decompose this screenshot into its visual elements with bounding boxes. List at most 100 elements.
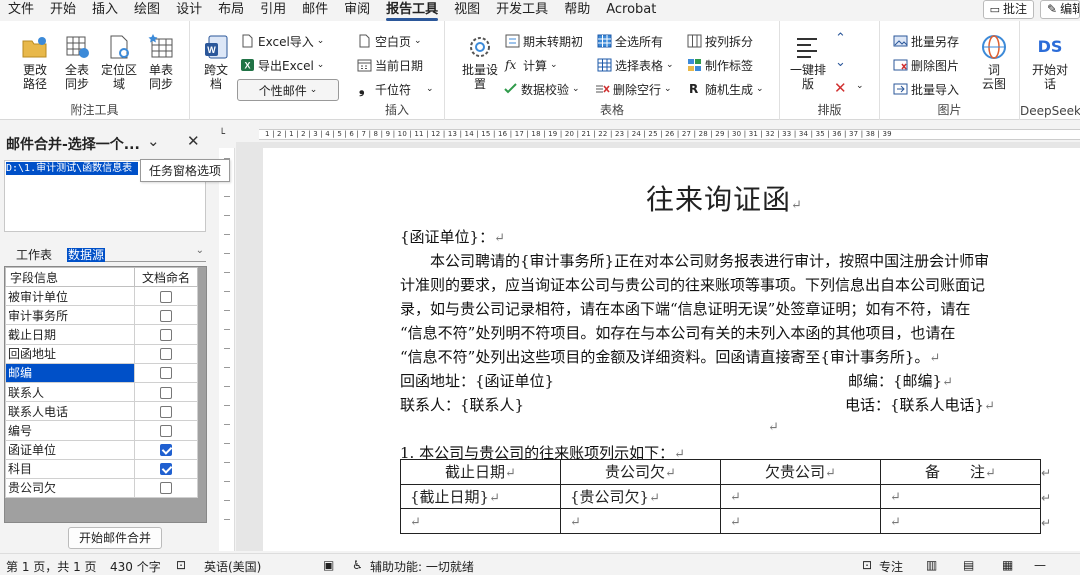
docname-checkbox[interactable] <box>160 405 172 418</box>
thousands-button[interactable]: ❟ 千位符 ⌄ <box>359 79 434 99</box>
tab-review[interactable]: 审阅 <box>336 0 378 20</box>
table-header-cell[interactable]: 欠贵公司↵ <box>720 459 881 485</box>
field-row[interactable]: 回函地址 <box>5 343 198 364</box>
comments-button[interactable]: ▭ 批注 <box>982 0 1034 19</box>
tab-developer[interactable]: 开发工具 <box>488 0 556 20</box>
field-name[interactable]: 科目 <box>5 458 135 479</box>
field-name[interactable]: 截止日期 <box>5 324 135 345</box>
read-mode-icon[interactable]: ▥ <box>926 558 937 572</box>
field-row[interactable]: 邮编 <box>5 362 198 383</box>
split-by-col-button[interactable]: 按列拆分 <box>687 31 753 51</box>
start-merge-button[interactable]: 开始邮件合并 <box>68 527 162 549</box>
field-name[interactable]: 函证单位 <box>5 439 135 460</box>
tab-view[interactable]: 视图 <box>446 0 488 20</box>
field-name[interactable]: 回函地址 <box>5 343 135 364</box>
field-row[interactable]: 科目 <box>5 458 198 479</box>
period-transfer-button[interactable]: 期末转期初 <box>505 31 583 51</box>
table-header-cell[interactable]: 贵公司欠↵ <box>560 459 721 485</box>
docname-checkbox[interactable] <box>160 309 172 322</box>
calculate-button[interactable]: fx 计算 ⌄ <box>505 55 558 75</box>
cross-doc-button[interactable]: W 跨文 档 <box>196 33 236 91</box>
docname-checkbox[interactable] <box>160 386 172 399</box>
tab-stop-selector[interactable]: └ <box>219 129 225 140</box>
tab-design[interactable]: 设计 <box>168 0 210 20</box>
field-row[interactable]: 截止日期 <box>5 324 198 345</box>
blank-page-button[interactable]: 空白页 ⌄ <box>357 31 422 51</box>
language[interactable]: 英语(美国) <box>204 558 261 575</box>
document-page[interactable]: 往来询证函↵ {函证单位}：↵ 本公司聘请的{审计事务所}正在对本公司财务报表进… <box>263 148 1080 551</box>
start-dialog-button[interactable]: DS 开始对 话 <box>1028 33 1072 91</box>
tab-file[interactable]: 文件 <box>0 0 42 20</box>
tab-acrobat[interactable]: Acrobat <box>598 0 664 20</box>
tab-home[interactable]: 开始 <box>42 0 84 20</box>
table-cell[interactable]: ↵ <box>880 508 1041 534</box>
docname-checkbox[interactable] <box>160 348 172 361</box>
field-name[interactable]: 被审计单位 <box>5 285 135 307</box>
field-name[interactable]: 联系人电话 <box>5 401 135 422</box>
page-count[interactable]: 第 1 页，共 1 页 <box>6 558 97 575</box>
field-name[interactable]: 审计事务所 <box>5 305 135 326</box>
proofing-book-icon[interactable]: ⊡ <box>176 558 186 572</box>
chevron-up-icon[interactable]: ⌃ <box>835 31 846 46</box>
table-cell[interactable]: ↵ <box>560 508 721 534</box>
table-cell[interactable]: ↵ <box>720 483 881 509</box>
tab-insert[interactable]: 插入 <box>84 0 126 20</box>
docname-checkbox[interactable] <box>160 290 172 303</box>
table-cell[interactable]: ↵ <box>880 483 1041 509</box>
tab-layout[interactable]: 布局 <box>210 0 252 20</box>
data-validate-button[interactable]: 数据校验 ⌄ <box>503 79 580 99</box>
edit-button[interactable]: ✎ 编辑 <box>1040 0 1080 19</box>
accessibility-status[interactable]: 辅助功能: 一切就绪 <box>370 558 474 575</box>
select-table-button[interactable]: 选择表格 ⌄ <box>597 55 674 75</box>
locate-area-button[interactable]: 定位区 域 <box>99 33 139 91</box>
make-label-button[interactable]: 制作标签 <box>687 55 753 75</box>
batch-save-as-button[interactable]: 批量另存 <box>893 31 959 51</box>
word-cloud-button[interactable]: 词 云图 <box>974 33 1014 91</box>
print-layout-icon[interactable]: ▤ <box>963 558 974 572</box>
tab-mailings[interactable]: 邮件 <box>294 0 336 20</box>
full-sync-button[interactable]: 全表 同步 <box>57 33 97 91</box>
close-icon[interactable]: ✕ <box>187 132 200 150</box>
pane-options-chevron-icon[interactable]: ⌄ <box>147 132 160 150</box>
chevron-down-icon[interactable]: ⌄ <box>835 55 846 70</box>
close-icon[interactable]: ✕ <box>834 79 847 97</box>
path-item[interactable]: D:\1.审计测试\函数信息表 <box>6 162 138 175</box>
macro-record-icon[interactable]: ▣ <box>323 558 334 572</box>
docname-checkbox[interactable] <box>160 367 172 380</box>
docname-checkbox[interactable] <box>160 444 172 457</box>
document-area[interactable]: 往来询证函↵ {函证单位}：↵ 本公司聘请的{审计事务所}正在对本公司财务报表进… <box>236 142 1080 551</box>
tab-draw[interactable]: 绘图 <box>126 0 168 20</box>
web-layout-icon[interactable]: ▦ <box>1002 558 1013 572</box>
select-all-button[interactable]: 全选所有 <box>597 31 663 51</box>
current-date-button[interactable]: 当前日期 <box>357 55 423 75</box>
docname-checkbox[interactable] <box>160 328 172 341</box>
delete-blank-row-button[interactable]: 删除空行 ⌄ <box>595 79 672 99</box>
one-key-format-button[interactable]: 一键排 版 <box>786 33 830 91</box>
zoom-slider[interactable]: — <box>1034 558 1046 572</box>
table-cell[interactable]: ↵ <box>400 508 561 534</box>
field-row[interactable]: 贵公司欠 <box>5 477 198 499</box>
tab-help[interactable]: 帮助 <box>556 0 598 20</box>
horizontal-ruler[interactable]: 1 | 2 | 1 | 2 | 3 | 4 | 5 | 6 | 7 | 8 | … <box>235 126 1080 142</box>
table-cell[interactable]: {贵公司欠}↵ <box>560 483 721 509</box>
table-header-cell[interactable]: 备 注↵ <box>880 459 1041 485</box>
table-header-cell[interactable]: 截止日期↵ <box>400 459 561 485</box>
field-row[interactable]: 审计事务所 <box>5 305 198 326</box>
docname-checkbox[interactable] <box>160 482 172 495</box>
excel-import-button[interactable]: Excel导入 ⌄ <box>240 31 324 51</box>
account-table[interactable]: 截止日期↵ 贵公司欠↵ 欠贵公司↵ 备 注↵ {截止日期}↵ {贵公司欠}↵ ↵… <box>400 459 1041 534</box>
batch-import-button[interactable]: 批量导入 <box>893 79 959 99</box>
tab-references[interactable]: 引用 <box>252 0 294 20</box>
field-name[interactable]: 贵公司欠 <box>5 477 135 499</box>
personal-mail-dropdown[interactable]: 个性邮件 ⌄ <box>237 79 339 101</box>
field-row[interactable]: 联系人电话 <box>5 401 198 422</box>
random-gen-button[interactable]: R 随机生成 ⌄ <box>689 79 764 99</box>
delete-image-button[interactable]: 删除图片 <box>893 55 959 75</box>
docname-checkbox[interactable] <box>160 424 172 437</box>
tab-report-tools[interactable]: 报告工具 <box>378 0 446 21</box>
batch-setup-button[interactable]: 批量设 置 <box>457 33 503 91</box>
field-name[interactable]: 邮编 <box>5 362 135 383</box>
field-row[interactable]: 联系人 <box>5 381 198 403</box>
field-row[interactable]: 函证单位 <box>5 439 198 460</box>
focus-mode[interactable]: 专注 <box>879 558 903 575</box>
